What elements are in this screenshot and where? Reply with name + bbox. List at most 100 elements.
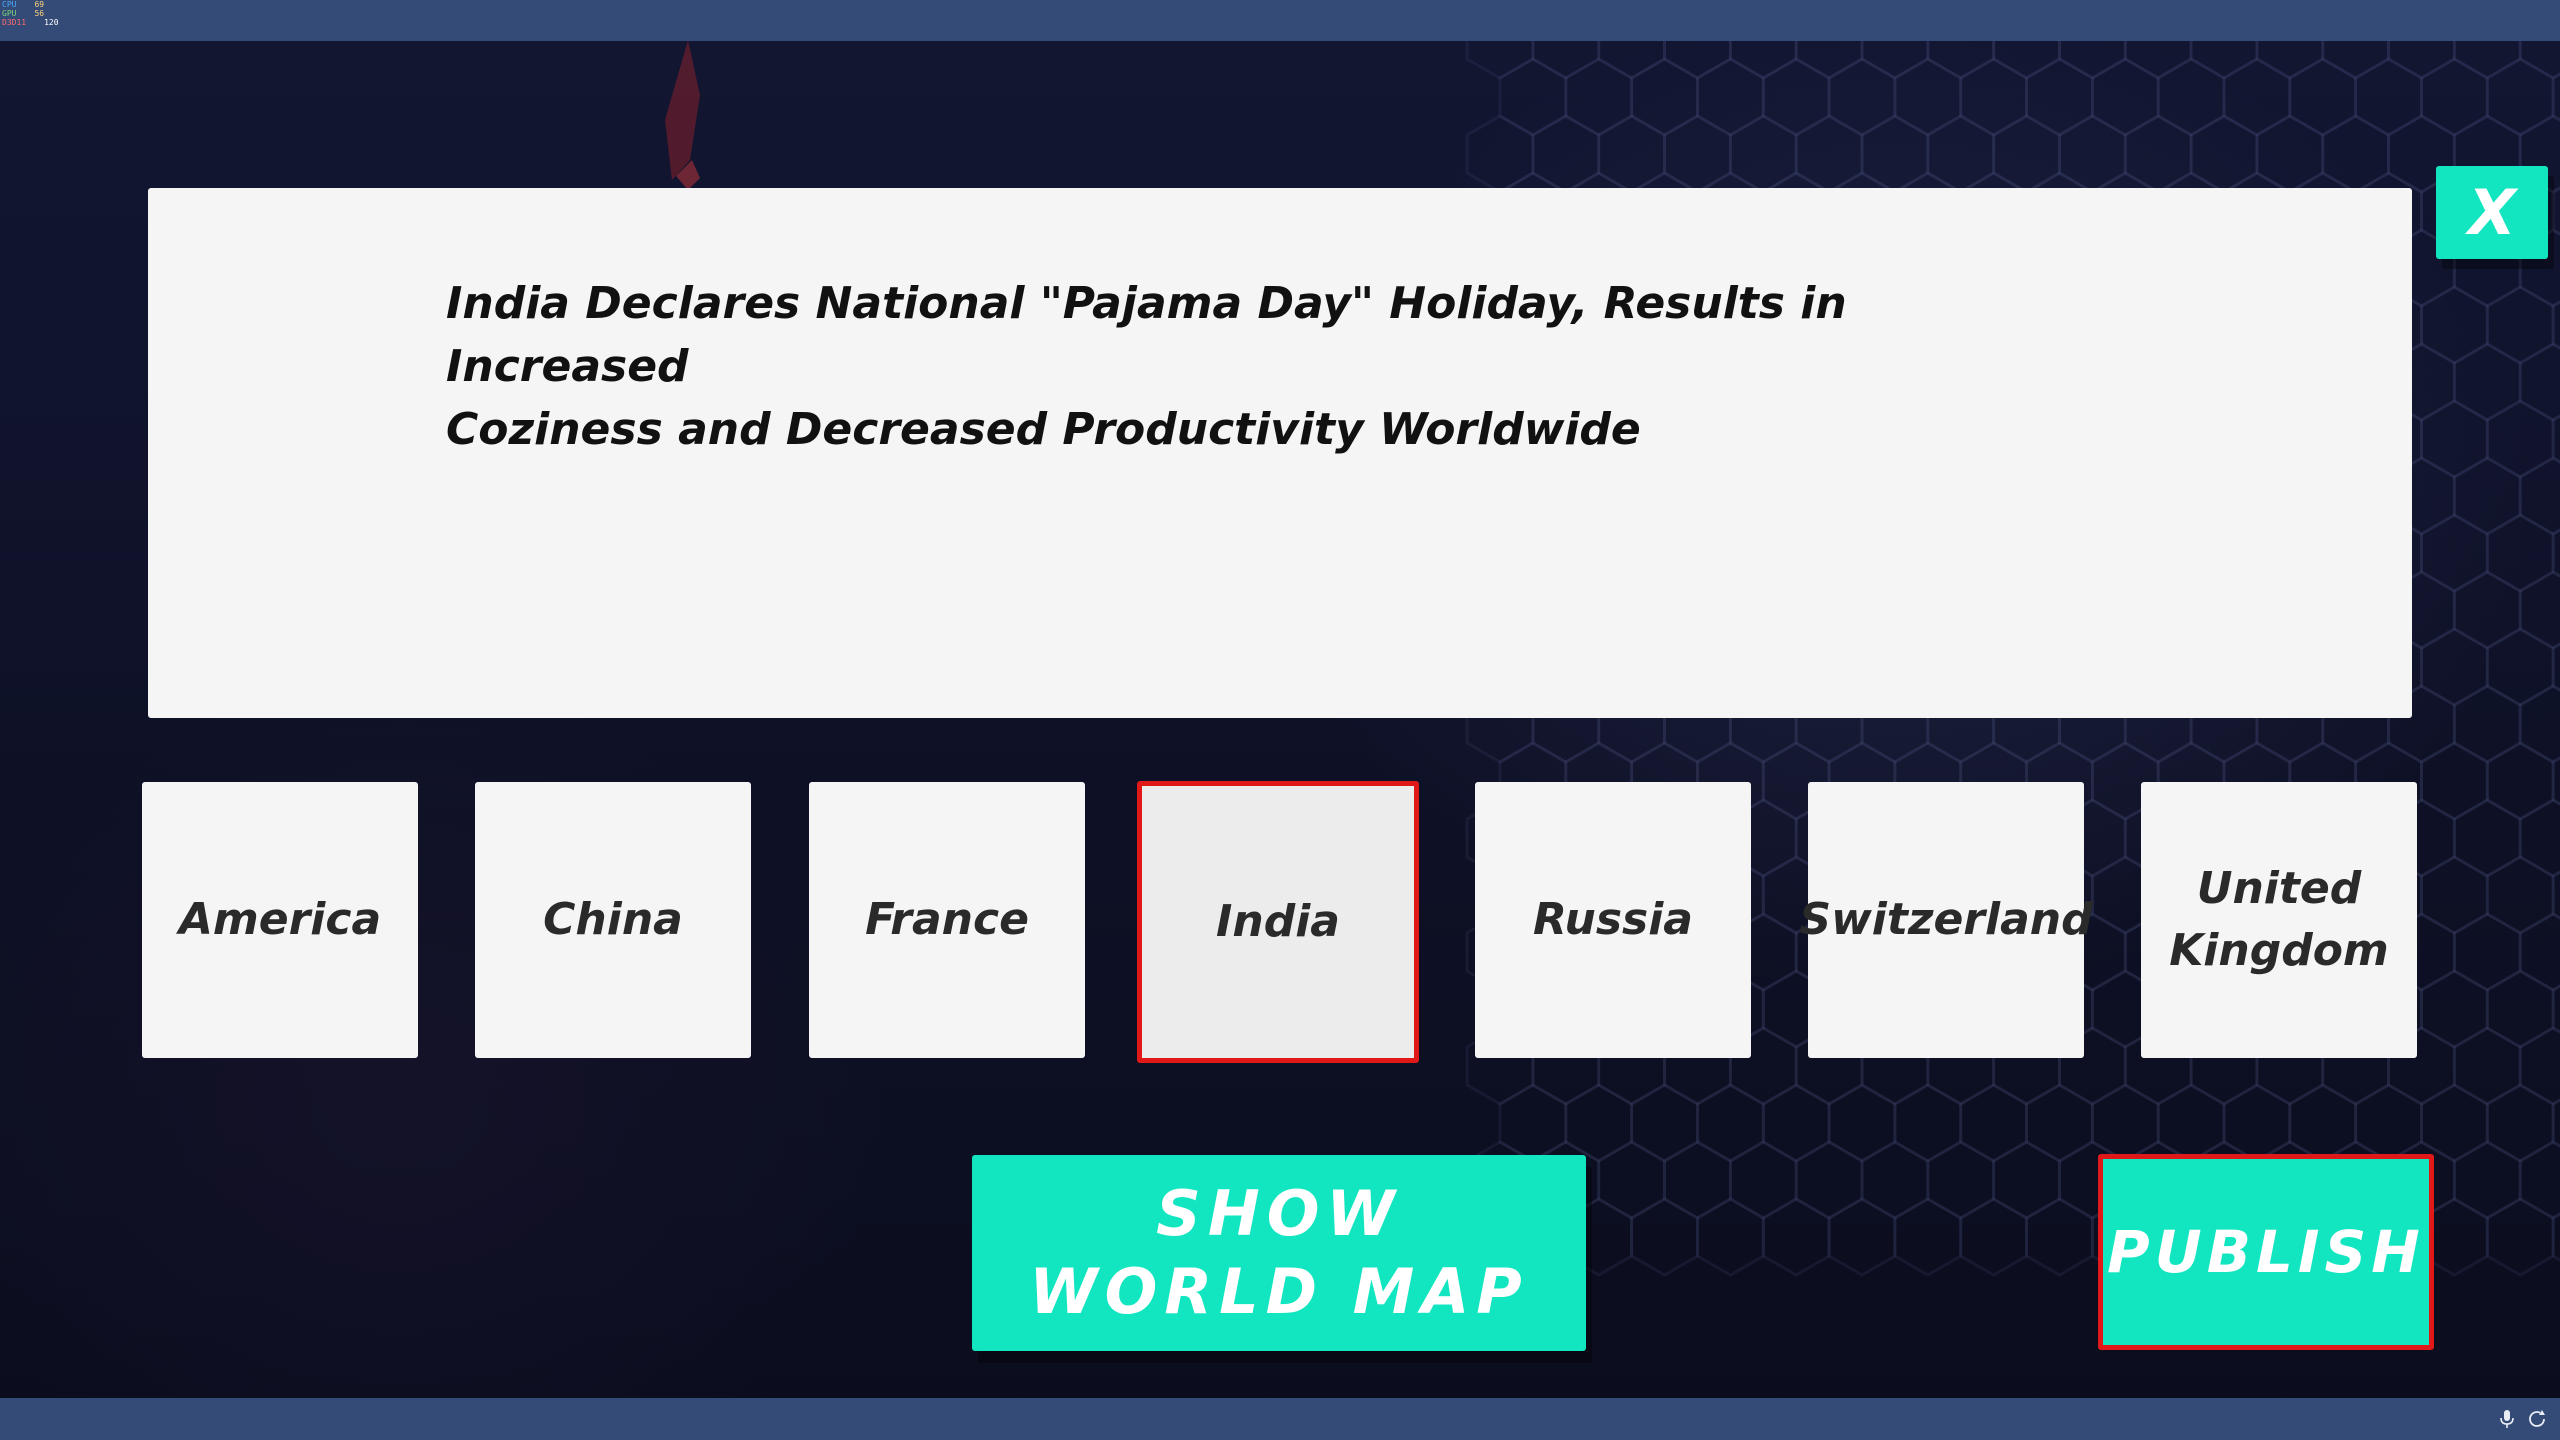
hexagon-tile [2518, 456, 2560, 536]
hexagon-tile [2452, 570, 2522, 650]
headline-panel: India Declares National "Pajama Day" Hol… [148, 188, 2412, 718]
hexagon-tile [2420, 969, 2489, 1049]
hexagon-tile [2551, 414, 2560, 464]
headline-line-2: Coziness and Decreased Productivity Worl… [446, 404, 1641, 455]
hexagon-tile [1893, 57, 1963, 137]
country-button-america[interactable]: America [142, 782, 418, 1058]
hexagon-tile [2156, 57, 2226, 137]
hexagon-tile [2452, 684, 2522, 764]
hexagon-tile [2518, 1140, 2560, 1220]
hexagon-tile [1926, 1140, 1996, 1220]
hexagon-tile [1992, 1140, 2061, 1220]
hexagon-tile [2485, 513, 2555, 593]
country-label: United Kingdom [2169, 863, 2389, 976]
hexagon-tile [2551, 528, 2560, 578]
hexagon-tile [1531, 114, 1601, 194]
hexagon-tile [2485, 1083, 2555, 1163]
hexagon-tile [2551, 186, 2560, 236]
microphone-icon[interactable] [2496, 1408, 2518, 1430]
country-label: China [543, 894, 683, 945]
hexagon-tile [2452, 456, 2522, 536]
hexagon-tile [1696, 57, 1765, 137]
hexagon-tile [2156, 1083, 2226, 1163]
hexagon-tile [2485, 399, 2555, 479]
hexagon-tile [1794, 114, 1864, 194]
hexagon-tile [2518, 570, 2560, 650]
performance-overlay: CPU 69 GPU 56 D3D11 120 [2, 0, 82, 36]
country-button-china[interactable]: China [475, 782, 751, 1058]
hexagon-tile [2518, 684, 2560, 764]
hexagon-tile [2420, 855, 2489, 935]
country-button-switzerland[interactable]: Switzerland [1799, 782, 2093, 1058]
hexagon-tile [2551, 1098, 2560, 1148]
hexagon-tile [2551, 756, 2560, 806]
hexagon-tile [1827, 1083, 1897, 1163]
publish-label: PUBLISH [2107, 1218, 2425, 1286]
hexagon-tile [1597, 1140, 1666, 1220]
hexagon-tile [1498, 57, 1568, 137]
hexagon-tile [2551, 1212, 2560, 1262]
hexagon-tile [2452, 912, 2522, 992]
hexagon-tile [2452, 1026, 2522, 1106]
hexagon-tile [2485, 741, 2555, 821]
fps-value: 120 [44, 18, 59, 27]
country-button-india[interactable]: India [1137, 781, 1419, 1063]
country-button-united-kingdom[interactable]: United Kingdom [2141, 782, 2417, 1058]
hexagon-tile [2090, 57, 2160, 137]
close-button[interactable]: X [2436, 166, 2548, 259]
headline-line-1: India Declares National "Pajama Day" Hol… [446, 278, 1847, 392]
hexagon-tile [1728, 1140, 1798, 1220]
country-label: France [865, 894, 1029, 945]
hexagon-tile [2518, 798, 2560, 878]
hexagon-tile [2354, 1083, 2423, 1163]
fps-label: D3D11 [2, 18, 27, 27]
hexagon-tile [2485, 969, 2555, 1049]
country-button-russia[interactable]: Russia [1475, 782, 1751, 1058]
hexagon-tile [1761, 1083, 1831, 1163]
hexagon-tile [1630, 57, 1699, 137]
hexagon-tile [1728, 114, 1798, 194]
hexagon-tile [2090, 1083, 2160, 1163]
hexagon-tile [2420, 741, 2489, 821]
hexagon-tile [1597, 114, 1666, 194]
hexagon-tile [1465, 114, 1535, 194]
show-world-map-button[interactable]: SHOW WORLD MAP [972, 1155, 1586, 1351]
hexagon-tile [1827, 57, 1897, 137]
country-button-france[interactable]: France [809, 782, 1085, 1058]
hexagon-tile [2420, 513, 2489, 593]
sync-icon[interactable] [2526, 1408, 2548, 1430]
hexagon-tile [1860, 1140, 1930, 1220]
hexagon-tile [1959, 1197, 2028, 1277]
hexagon-tile [2420, 627, 2489, 707]
show-world-map-label: SHOW WORLD MAP [1029, 1177, 1529, 1328]
hexagon-tile [2518, 1026, 2560, 1106]
hexagon-tile [1696, 1197, 1765, 1277]
hexagon-tile [2485, 855, 2555, 935]
hexagon-tile [2452, 1140, 2522, 1220]
hexagon-tile [1827, 1197, 1897, 1277]
hexagon-tile [2551, 72, 2560, 122]
hexagon-tile [2222, 57, 2292, 137]
hexagon-tile [1663, 114, 1732, 194]
cpu-value: 69 [34, 0, 45, 9]
hexagon-tile [2420, 399, 2489, 479]
hexagon-tile [2288, 57, 2358, 137]
hexagon-tile [2058, 114, 2127, 194]
hexagon-tile [1630, 1083, 1699, 1163]
gpu-value: 56 [34, 9, 45, 18]
top-status-bar: CPU 69 GPU 56 D3D11 120 [0, 0, 2560, 41]
hexagon-tile [2420, 1083, 2489, 1163]
publish-button[interactable]: PUBLISH [2098, 1154, 2434, 1350]
hexagon-tile [2485, 57, 2555, 137]
hexagon-tile [2485, 1197, 2555, 1277]
country-label: America [178, 894, 382, 945]
hexagon-tile [2025, 57, 2094, 137]
hexagon-tile [1794, 1140, 1864, 1220]
hexagon-tile [2485, 627, 2555, 707]
hexagon-tile [2452, 342, 2522, 422]
hexagon-tile [2123, 114, 2193, 194]
hexagon-tile [1630, 1197, 1699, 1277]
hexagon-tile [2321, 114, 2390, 194]
country-label: Switzerland [1799, 894, 2093, 945]
hexagon-tile [1959, 57, 2028, 137]
